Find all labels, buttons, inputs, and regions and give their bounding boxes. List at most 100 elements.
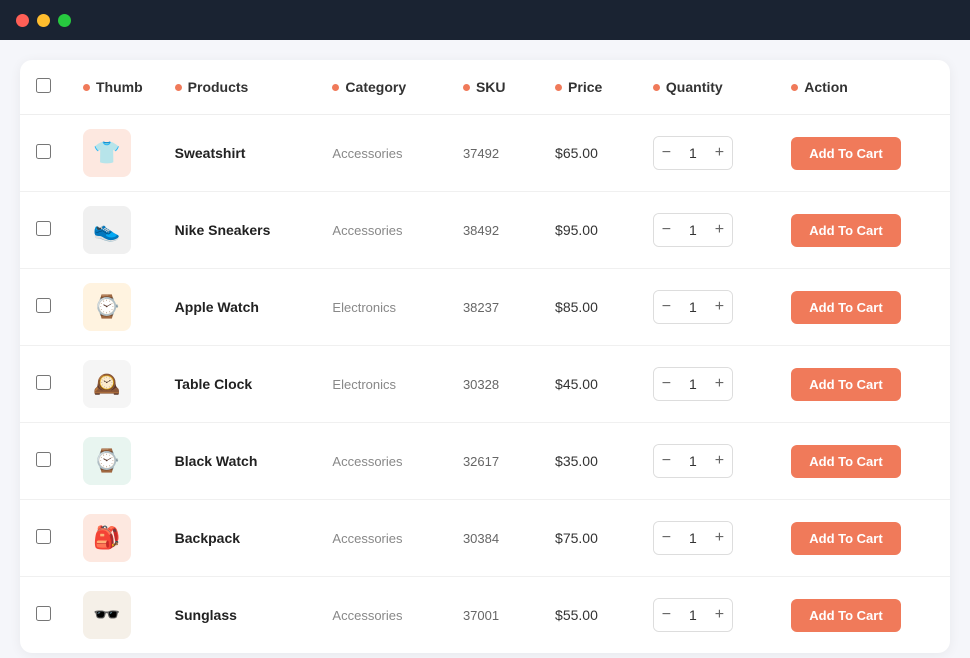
row-sku-cell: 32617 <box>447 423 539 500</box>
dot-red[interactable] <box>16 14 29 27</box>
products-table: Thumb Products Category <box>20 60 950 653</box>
quantity-input[interactable] <box>679 222 707 238</box>
add-to-cart-button[interactable]: Add To Cart <box>791 137 900 170</box>
row-checkbox-6[interactable] <box>36 606 51 621</box>
product-name: Backpack <box>175 530 240 546</box>
row-thumb-cell: ⌚ <box>67 269 159 346</box>
quantity-decrease-button[interactable]: − <box>654 214 679 246</box>
quantity-increase-button[interactable]: + <box>707 137 732 169</box>
main-content: Thumb Products Category <box>0 40 970 658</box>
add-to-cart-button[interactable]: Add To Cart <box>791 368 900 401</box>
row-checkbox-5[interactable] <box>36 529 51 544</box>
action-sort-dot <box>791 84 798 91</box>
product-name: Sweatshirt <box>175 145 246 161</box>
row-checkbox-1[interactable] <box>36 221 51 236</box>
table-row: 👕 Sweatshirt Accessories 37492 $65.00 − … <box>20 115 950 192</box>
add-to-cart-button[interactable]: Add To Cart <box>791 214 900 247</box>
product-sku: 38237 <box>463 300 499 315</box>
row-sku-cell: 38237 <box>447 269 539 346</box>
row-checkbox-2[interactable] <box>36 298 51 313</box>
quantity-decrease-button[interactable]: − <box>654 368 679 400</box>
row-name-cell: Table Clock <box>159 346 317 423</box>
quantity-decrease-button[interactable]: − <box>654 522 679 554</box>
col-sku-label: SKU <box>476 79 506 95</box>
col-price-label: Price <box>568 79 602 95</box>
col-sku: SKU <box>447 60 539 115</box>
quantity-decrease-button[interactable]: − <box>654 137 679 169</box>
quantity-input[interactable] <box>679 376 707 392</box>
product-category: Accessories <box>332 146 402 161</box>
add-to-cart-button[interactable]: Add To Cart <box>791 445 900 478</box>
row-checkbox-cell <box>20 577 67 654</box>
row-checkbox-cell <box>20 423 67 500</box>
product-sku: 30328 <box>463 377 499 392</box>
dot-yellow[interactable] <box>37 14 50 27</box>
row-checkbox-3[interactable] <box>36 375 51 390</box>
product-sku: 30384 <box>463 531 499 546</box>
row-checkbox-cell <box>20 269 67 346</box>
col-thumb-label: Thumb <box>96 79 143 95</box>
product-sku: 38492 <box>463 223 499 238</box>
products-sort-dot <box>175 84 182 91</box>
product-category: Accessories <box>332 608 402 623</box>
row-thumb-cell: ⌚ <box>67 423 159 500</box>
add-to-cart-button[interactable]: Add To Cart <box>791 599 900 632</box>
product-price: $75.00 <box>555 530 598 546</box>
quantity-increase-button[interactable]: + <box>707 599 732 631</box>
row-quantity-cell: − + <box>637 269 775 346</box>
row-category-cell: Accessories <box>316 192 447 269</box>
table-row: 🕰️ Table Clock Electronics 30328 $45.00 … <box>20 346 950 423</box>
product-name: Sunglass <box>175 607 237 623</box>
select-all-checkbox[interactable] <box>36 78 51 93</box>
quantity-increase-button[interactable]: + <box>707 522 732 554</box>
row-checkbox-0[interactable] <box>36 144 51 159</box>
row-name-cell: Backpack <box>159 500 317 577</box>
product-name: Black Watch <box>175 453 258 469</box>
row-action-cell: Add To Cart <box>775 346 950 423</box>
quantity-input[interactable] <box>679 145 707 161</box>
add-to-cart-button[interactable]: Add To Cart <box>791 522 900 555</box>
quantity-decrease-button[interactable]: − <box>654 291 679 323</box>
row-checkbox-cell <box>20 346 67 423</box>
quantity-decrease-button[interactable]: − <box>654 445 679 477</box>
dot-green[interactable] <box>58 14 71 27</box>
add-to-cart-button[interactable]: Add To Cart <box>791 291 900 324</box>
price-sort-dot <box>555 84 562 91</box>
product-name: Nike Sneakers <box>175 222 271 238</box>
quantity-increase-button[interactable]: + <box>707 291 732 323</box>
product-price: $55.00 <box>555 607 598 623</box>
row-quantity-cell: − + <box>637 346 775 423</box>
quantity-input[interactable] <box>679 530 707 546</box>
row-quantity-cell: − + <box>637 577 775 654</box>
row-action-cell: Add To Cart <box>775 115 950 192</box>
row-thumb-cell: 🎒 <box>67 500 159 577</box>
product-thumbnail: 👟 <box>83 206 131 254</box>
row-price-cell: $85.00 <box>539 269 637 346</box>
quantity-increase-button[interactable]: + <box>707 214 732 246</box>
row-category-cell: Accessories <box>316 115 447 192</box>
row-checkbox-cell <box>20 192 67 269</box>
table-row: ⌚ Black Watch Accessories 32617 $35.00 −… <box>20 423 950 500</box>
row-checkbox-4[interactable] <box>36 452 51 467</box>
col-quantity: Quantity <box>637 60 775 115</box>
row-action-cell: Add To Cart <box>775 423 950 500</box>
row-thumb-cell: 👟 <box>67 192 159 269</box>
quantity-decrease-button[interactable]: − <box>654 599 679 631</box>
quantity-input[interactable] <box>679 607 707 623</box>
quantity-increase-button[interactable]: + <box>707 445 732 477</box>
row-action-cell: Add To Cart <box>775 500 950 577</box>
row-thumb-cell: 👕 <box>67 115 159 192</box>
row-price-cell: $55.00 <box>539 577 637 654</box>
row-name-cell: Black Watch <box>159 423 317 500</box>
quantity-input[interactable] <box>679 453 707 469</box>
quantity-increase-button[interactable]: + <box>707 368 732 400</box>
row-name-cell: Nike Sneakers <box>159 192 317 269</box>
row-quantity-cell: − + <box>637 500 775 577</box>
product-price: $45.00 <box>555 376 598 392</box>
quantity-input[interactable] <box>679 299 707 315</box>
product-category: Electronics <box>332 300 396 315</box>
product-category: Accessories <box>332 454 402 469</box>
row-price-cell: $95.00 <box>539 192 637 269</box>
row-category-cell: Electronics <box>316 269 447 346</box>
table-header-row: Thumb Products Category <box>20 60 950 115</box>
